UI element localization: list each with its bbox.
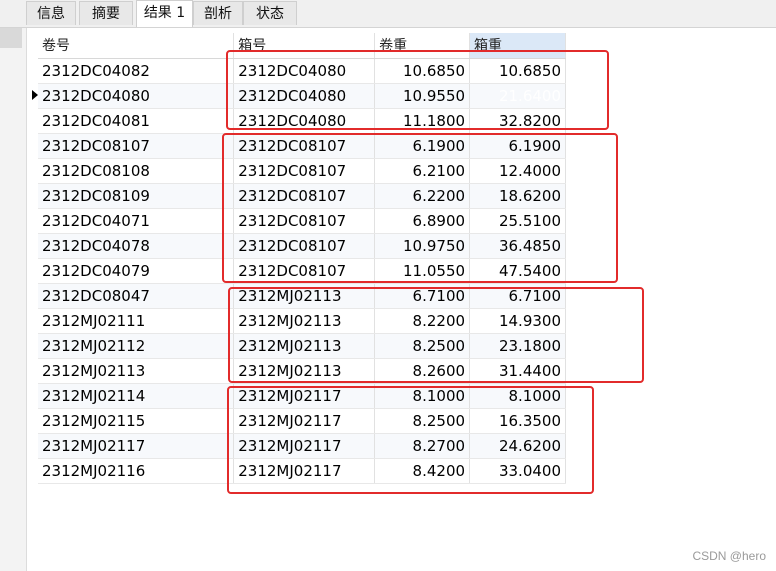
- tab-result-1[interactable]: 结果 1: [136, 0, 193, 27]
- tab-status[interactable]: 状态: [243, 1, 297, 25]
- cell-roll-no[interactable]: 2312DC04080: [38, 83, 235, 109]
- annotation-box-group-1: [226, 50, 609, 130]
- annotation-box-group-2: [222, 133, 618, 283]
- tab-info[interactable]: 信息: [26, 1, 76, 25]
- cell-roll-no[interactable]: 2312MJ02113: [38, 358, 235, 384]
- watermark: CSDN @hero: [692, 549, 766, 563]
- row-header-gutter: [0, 28, 27, 571]
- cell-roll-no[interactable]: 2312DC08109: [38, 183, 235, 209]
- row-header-corner[interactable]: [0, 28, 22, 48]
- tab-bar: 信息 摘要 结果 1 剖析 状态: [0, 0, 776, 28]
- column-header-roll-no[interactable]: 卷号: [38, 33, 235, 59]
- cell-roll-no[interactable]: 2312DC04079: [38, 258, 235, 284]
- cell-roll-no[interactable]: 2312MJ02112: [38, 333, 235, 359]
- cell-roll-no[interactable]: 2312DC04071: [38, 208, 235, 234]
- cell-roll-no[interactable]: 2312DC04081: [38, 108, 235, 134]
- cell-roll-no[interactable]: 2312MJ02115: [38, 408, 235, 434]
- annotation-box-group-4: [227, 386, 594, 494]
- cell-roll-no[interactable]: 2312DC08108: [38, 158, 235, 184]
- cell-roll-no[interactable]: 2312DC08107: [38, 133, 235, 159]
- tab-summary[interactable]: 摘要: [79, 1, 133, 25]
- cell-roll-no[interactable]: 2312DC08047: [38, 283, 235, 309]
- cell-roll-no[interactable]: 2312MJ02114: [38, 383, 235, 409]
- cell-roll-no[interactable]: 2312DC04078: [38, 233, 235, 259]
- cell-roll-no[interactable]: 2312DC04082: [38, 58, 235, 84]
- cell-roll-no[interactable]: 2312MJ02116: [38, 458, 235, 484]
- cell-roll-no[interactable]: 2312MJ02117: [38, 433, 235, 459]
- cell-roll-no[interactable]: 2312MJ02111: [38, 308, 235, 334]
- tab-profile[interactable]: 剖析: [193, 1, 243, 25]
- annotation-box-group-3: [228, 287, 644, 383]
